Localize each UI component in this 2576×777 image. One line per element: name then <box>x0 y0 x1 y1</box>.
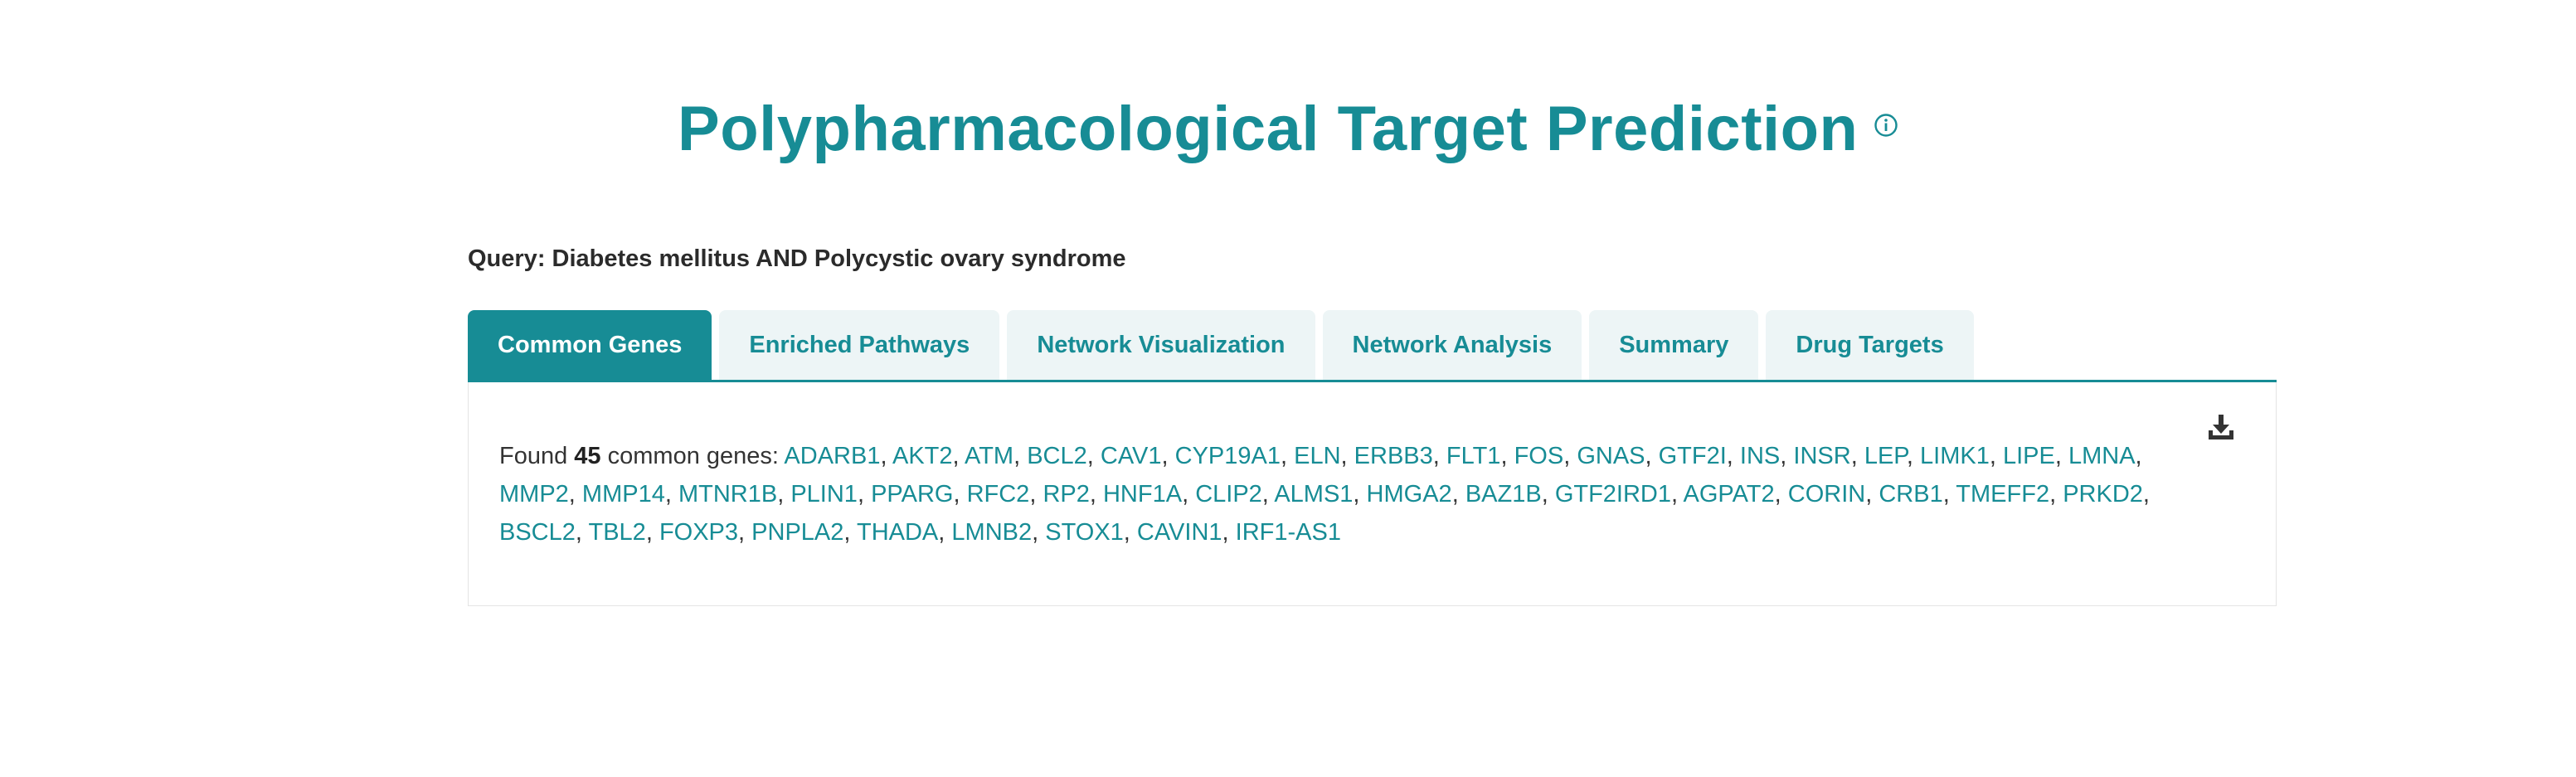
tab-network-analysis[interactable]: Network Analysis <box>1322 310 1582 380</box>
gene-link[interactable]: ALMS1 <box>1274 481 1353 507</box>
gene-link[interactable]: MTNR1B <box>678 481 777 507</box>
found-suffix: common genes: <box>607 443 779 469</box>
tab-network-visualization[interactable]: Network Visualization <box>1007 310 1315 380</box>
gene-link[interactable]: PPARG <box>871 481 953 507</box>
gene-link[interactable]: INSR <box>1793 443 1850 469</box>
gene-link[interactable]: RP2 <box>1043 481 1089 507</box>
gene-link[interactable]: AGPAT2 <box>1684 481 1775 507</box>
gene-link[interactable]: HMGA2 <box>1367 481 1452 507</box>
gene-link[interactable]: GNAS <box>1577 443 1645 469</box>
gene-link[interactable]: MMP2 <box>499 481 569 507</box>
gene-link[interactable]: PLIN1 <box>790 481 858 507</box>
title-row: Polypharmacological Target Prediction <box>0 93 2576 165</box>
gene-link[interactable]: BSCL2 <box>499 519 576 546</box>
gene-link[interactable]: LIPE <box>2003 443 2055 469</box>
query-label: Query: Diabetes mellitus AND Polycystic … <box>468 245 1126 272</box>
gene-link[interactable]: TMEFF2 <box>1956 481 2049 507</box>
gene-link[interactable]: HNF1A <box>1103 481 1182 507</box>
tab-common-genes[interactable]: Common Genes <box>468 310 712 380</box>
gene-link[interactable]: RFC2 <box>967 481 1030 507</box>
gene-link[interactable]: GTF2I <box>1659 443 1727 469</box>
gene-link[interactable]: BAZ1B <box>1465 481 1542 507</box>
common-genes-panel: Found 45 common genes: ADARB1, AKT2, ATM… <box>468 382 2277 606</box>
gene-link[interactable]: BCL2 <box>1027 443 1087 469</box>
gene-link[interactable]: THADA <box>857 519 938 546</box>
gene-link[interactable]: TBL2 <box>588 519 645 546</box>
gene-count: 45 <box>574 443 601 469</box>
tab-bar: Common Genes Enriched Pathways Network V… <box>468 310 2277 382</box>
gene-link[interactable]: PNPLA2 <box>751 519 843 546</box>
tab-enriched-pathways[interactable]: Enriched Pathways <box>719 310 1000 380</box>
gene-link[interactable]: LEP <box>1864 443 1907 469</box>
gene-link[interactable]: STOX1 <box>1045 519 1124 546</box>
gene-link[interactable]: CAV1 <box>1101 443 1162 469</box>
gene-link[interactable]: FLT1 <box>1446 443 1501 469</box>
gene-link[interactable]: ERBB3 <box>1354 443 1433 469</box>
gene-link[interactable]: LMNA <box>2068 443 2136 469</box>
page-title: Polypharmacological Target Prediction <box>678 94 1859 164</box>
gene-link[interactable]: ADARB1 <box>784 443 880 469</box>
gene-link[interactable]: PRKD2 <box>2063 481 2143 507</box>
gene-link[interactable]: MMP14 <box>582 481 665 507</box>
gene-link[interactable]: AKT2 <box>892 443 953 469</box>
gene-link[interactable]: LIMK1 <box>1920 443 1990 469</box>
info-circle-icon[interactable] <box>1874 113 1898 138</box>
tab-summary[interactable]: Summary <box>1589 310 1759 380</box>
gene-link[interactable]: CAVIN1 <box>1137 519 1222 546</box>
tab-drug-targets[interactable]: Drug Targets <box>1766 310 1974 380</box>
gene-link[interactable]: IRF1-AS1 <box>1236 519 1341 546</box>
gene-link[interactable]: LMNB2 <box>951 519 1032 546</box>
gene-link[interactable]: ATM <box>965 443 1013 469</box>
gene-link[interactable]: FOXP3 <box>659 519 738 546</box>
gene-link[interactable]: INS <box>1740 443 1780 469</box>
gene-link[interactable]: FOS <box>1514 443 1564 469</box>
found-prefix: Found <box>499 443 568 469</box>
gene-link[interactable]: CLIP2 <box>1195 481 1262 507</box>
gene-link[interactable]: GTF2IRD1 <box>1555 481 1671 507</box>
gene-link[interactable]: ELN <box>1294 443 1340 469</box>
gene-link[interactable]: CRB1 <box>1879 481 1942 507</box>
gene-link[interactable]: CYP19A1 <box>1175 443 1281 469</box>
common-genes-text: Found 45 common genes: ADARB1, AKT2, ATM… <box>499 437 2224 551</box>
gene-link[interactable]: CORIN <box>1788 481 1865 507</box>
